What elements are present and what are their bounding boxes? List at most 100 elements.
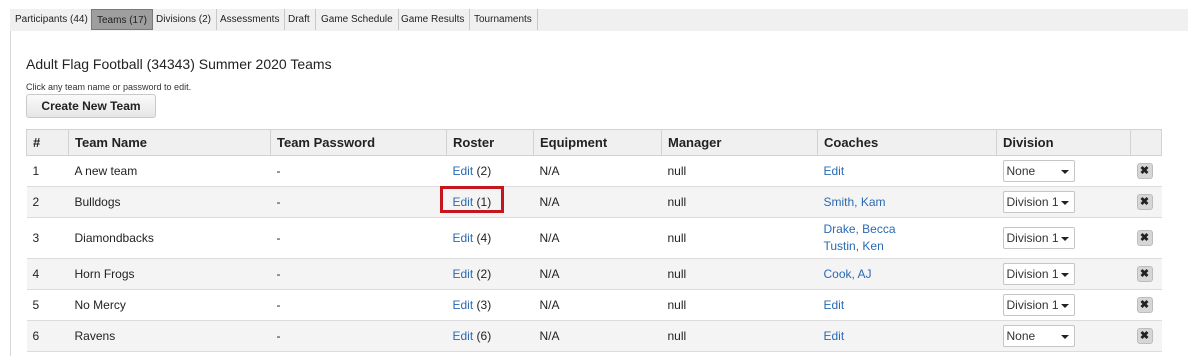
division-select[interactable]: None	[1002, 325, 1075, 347]
equipment: N/A	[533, 217, 662, 259]
coach-link[interactable]: Tustin, Ken	[824, 238, 997, 255]
tab-bar: Participants (44) Teams (17) Divisions (…	[10, 9, 1188, 32]
roster-edit-highlight	[440, 186, 504, 213]
team-name[interactable]: No Mercy	[68, 289, 271, 321]
team-name[interactable]: Bulldogs	[68, 186, 271, 218]
coaches-cell: Edit	[817, 289, 997, 321]
division-value: None	[1006, 164, 1036, 178]
team-name[interactable]: Diamondbacks	[68, 217, 271, 259]
teams-table: # Team Name Team Password Roster Equipme…	[26, 129, 1162, 352]
coach-link[interactable]: Drake, Becca	[824, 221, 997, 238]
row-number: 4	[26, 258, 69, 290]
roster-cell: Edit (2)	[446, 258, 534, 290]
coach-link[interactable]: Cook, AJ	[824, 266, 997, 283]
edit-hint: Click any team name or password to edit.	[26, 82, 192, 92]
table-row: 4 Horn Frogs - Edit (2) N/A null Cook, A…	[26, 258, 1162, 290]
team-password[interactable]: -	[270, 320, 447, 352]
coaches-cell: Smith, Kam	[817, 186, 997, 218]
roster-cell: Edit (6)	[446, 320, 534, 352]
roster-count: (3)	[476, 298, 492, 312]
tab-game-results[interactable]: Game Results	[396, 9, 471, 30]
coaches-cell: Edit	[817, 155, 997, 187]
coach-link[interactable]: Edit	[824, 297, 997, 314]
table-row: 2 Bulldogs - Edit (1) N/A null Smith, Ka…	[26, 186, 1162, 218]
division-select[interactable]: Division 1	[1002, 294, 1075, 316]
col-header-team-name[interactable]: Team Name	[68, 129, 271, 156]
close-icon[interactable]: ✖	[1136, 163, 1153, 179]
coach-link[interactable]: Edit	[824, 163, 997, 180]
manager: null	[661, 289, 818, 321]
tab-game-schedule[interactable]: Game Schedule	[316, 9, 399, 30]
team-password[interactable]: -	[270, 186, 447, 218]
tab-draft[interactable]: Draft	[283, 9, 316, 30]
team-name[interactable]: Ravens	[68, 320, 271, 352]
team-name[interactable]: Horn Frogs	[68, 258, 271, 290]
page-title: Adult Flag Football (34343) Summer 2020 …	[26, 56, 332, 72]
row-number: 5	[26, 289, 69, 321]
division-cell: None	[996, 320, 1131, 352]
coaches-cell: Drake, Becca Tustin, Ken	[817, 217, 997, 259]
roster-edit-link[interactable]: Edit	[453, 329, 474, 343]
row-number: 3	[26, 217, 69, 259]
roster-cell: Edit (2)	[446, 155, 534, 187]
chevron-down-icon	[1060, 170, 1069, 174]
col-header-number: #	[26, 129, 69, 156]
chevron-down-icon	[1060, 304, 1069, 308]
division-value: None	[1006, 329, 1036, 343]
delete-cell: ✖	[1130, 289, 1162, 321]
roster-count: (2)	[476, 164, 492, 178]
coach-link[interactable]: Edit	[824, 328, 997, 345]
delete-cell: ✖	[1130, 217, 1162, 259]
division-value: Division 1	[1006, 195, 1059, 209]
equipment: N/A	[533, 258, 662, 290]
division-value: Division 1	[1006, 267, 1059, 281]
tab-assessments[interactable]: Assessments	[215, 9, 286, 30]
division-cell: None	[996, 155, 1131, 187]
row-number: 2	[26, 186, 69, 218]
manager: null	[661, 258, 818, 290]
chevron-down-icon	[1060, 335, 1069, 339]
team-password[interactable]: -	[270, 217, 447, 259]
col-header-delete	[1130, 129, 1162, 156]
division-cell: Division 1	[996, 217, 1131, 259]
roster-edit-link[interactable]: Edit	[453, 298, 474, 312]
roster-edit-link[interactable]: Edit	[453, 267, 474, 281]
roster-edit-link[interactable]: Edit	[453, 231, 474, 245]
manager: null	[661, 155, 818, 187]
division-cell: Division 1	[996, 186, 1131, 218]
tab-divisions[interactable]: Divisions (2)	[151, 9, 218, 30]
close-icon[interactable]: ✖	[1136, 194, 1153, 210]
coaches-cell: Cook, AJ	[817, 258, 997, 290]
division-value: Division 1	[1006, 231, 1059, 245]
tab-tournaments[interactable]: Tournaments	[469, 9, 538, 30]
chevron-down-icon	[1060, 273, 1069, 277]
chevron-down-icon	[1060, 237, 1069, 241]
division-select[interactable]: Division 1	[1002, 263, 1075, 285]
col-header-roster: Roster	[446, 129, 534, 156]
close-icon[interactable]: ✖	[1136, 266, 1153, 282]
create-new-team-button[interactable]: Create New Team	[26, 94, 156, 118]
division-select[interactable]: Division 1	[1002, 191, 1075, 213]
division-select[interactable]: Division 1	[1002, 227, 1075, 249]
table-row: 6 Ravens - Edit (6) N/A null Edit None ✖	[26, 320, 1162, 352]
close-icon[interactable]: ✖	[1136, 297, 1153, 313]
delete-cell: ✖	[1130, 186, 1162, 218]
col-header-division: Division	[996, 129, 1131, 156]
team-password[interactable]: -	[270, 155, 447, 187]
col-header-team-password: Team Password	[270, 129, 447, 156]
close-icon[interactable]: ✖	[1136, 328, 1153, 344]
close-icon[interactable]: ✖	[1136, 230, 1153, 246]
division-select[interactable]: None	[1002, 160, 1075, 182]
chevron-down-icon	[1060, 201, 1069, 205]
division-cell: Division 1	[996, 289, 1131, 321]
team-password[interactable]: -	[270, 258, 447, 290]
team-name[interactable]: A new team	[68, 155, 271, 187]
coach-link[interactable]: Smith, Kam	[824, 194, 997, 211]
roster-edit-link[interactable]: Edit	[453, 164, 474, 178]
roster-cell: Edit (4)	[446, 217, 534, 259]
team-password[interactable]: -	[270, 289, 447, 321]
tab-participants[interactable]: Participants (44)	[10, 9, 94, 30]
row-number: 1	[26, 155, 69, 187]
equipment: N/A	[533, 320, 662, 352]
tab-teams[interactable]: Teams (17)	[91, 9, 154, 30]
